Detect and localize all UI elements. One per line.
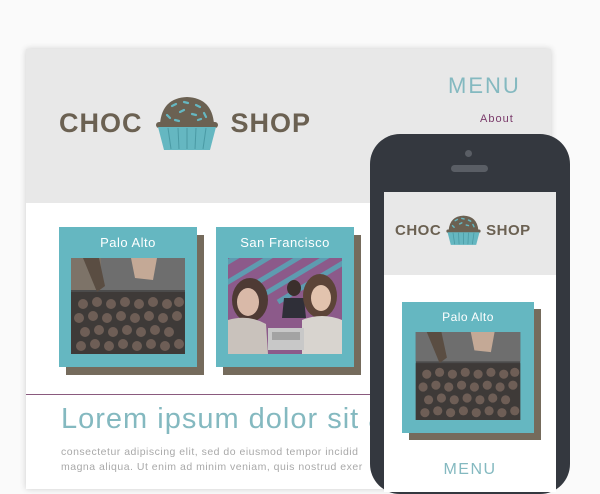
chocolate-truffles-tray-photo [414, 332, 522, 420]
nav-link-about[interactable]: About [480, 113, 514, 125]
logo-word-right: SHOP [230, 107, 312, 138]
menu-button[interactable]: MENU [448, 73, 521, 99]
logo-word-left: CHOC [395, 221, 442, 239]
card-city-label: San Francisco [240, 235, 330, 250]
location-card-san-francisco[interactable]: San Francisco [216, 227, 361, 375]
mobile-site-header: CHOC SHOP [384, 192, 556, 275]
mobile-menu-button[interactable]: MENU [384, 461, 556, 479]
phone-screen: CHOC SHOP Palo Alto MENU [384, 192, 556, 492]
content-heading: Lorem ipsum dolor sit a [61, 403, 386, 435]
card-city-label: Palo Alto [100, 235, 156, 250]
people-in-shop-photo [228, 258, 342, 354]
mobile-site-logo[interactable]: CHOC SHOP [395, 214, 531, 246]
cupcake-icon [445, 214, 482, 246]
mobile-header-divider [384, 275, 556, 277]
phone-mockup: CHOC SHOP Palo Alto MENU [370, 134, 570, 494]
logo-word-right: SHOP [486, 221, 531, 239]
location-card-palo-alto[interactable]: Palo Alto [59, 227, 204, 375]
logo-word-left: CHOC [59, 107, 143, 138]
cupcake-icon [154, 94, 220, 152]
card-face: Palo Alto [402, 302, 534, 433]
card-face: San Francisco [216, 227, 354, 367]
site-logo[interactable]: CHOC SHOP [59, 94, 311, 152]
chocolate-truffles-tray-photo [71, 258, 185, 354]
mobile-location-card-palo-alto[interactable]: Palo Alto [402, 302, 541, 440]
phone-speaker [451, 165, 488, 172]
phone-camera [465, 150, 472, 157]
card-face: Palo Alto [59, 227, 197, 367]
card-city-label: Palo Alto [442, 310, 494, 324]
